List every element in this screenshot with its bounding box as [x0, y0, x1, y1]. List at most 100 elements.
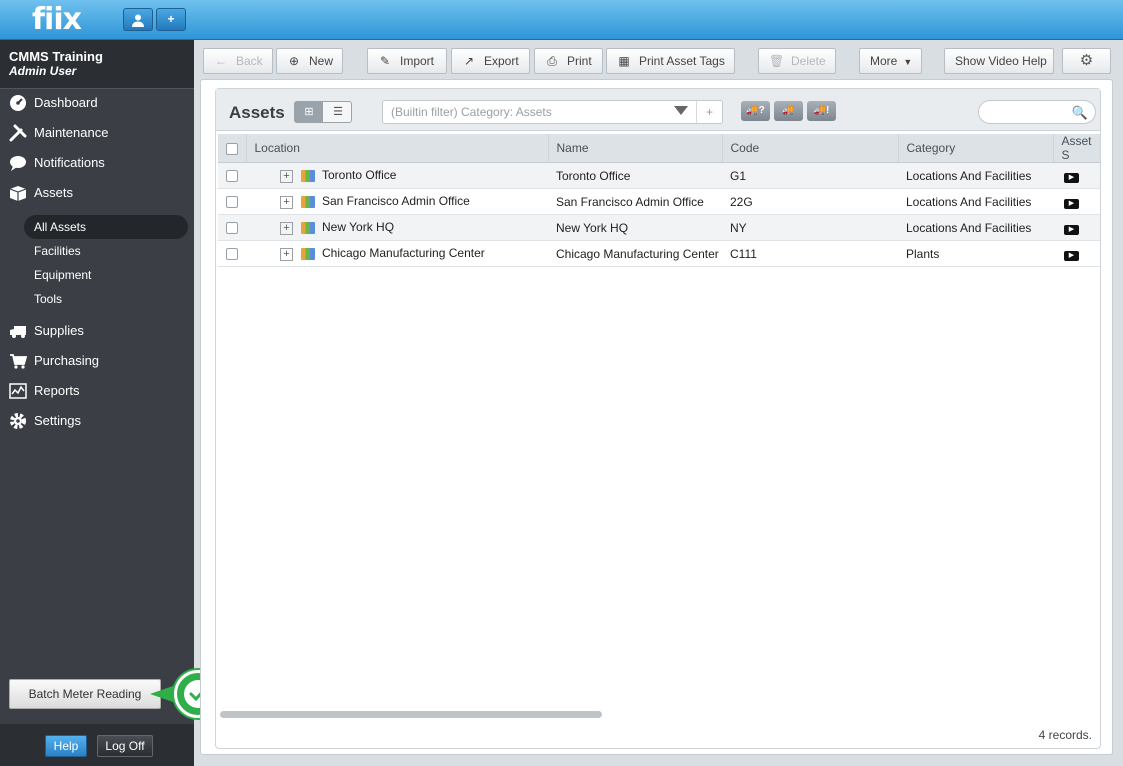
new-button[interactable]: ⊕ New: [276, 48, 343, 74]
more-dropdown[interactable]: More ▼: [859, 48, 922, 74]
column-header-name[interactable]: Name: [548, 134, 723, 163]
show-video-help-button[interactable]: Show Video Help: [944, 48, 1054, 74]
sidebar-item-assets[interactable]: Assets: [0, 178, 194, 208]
column-header-category[interactable]: Category: [898, 134, 1054, 163]
print-label: Print: [567, 54, 592, 68]
video-play-icon[interactable]: ▶: [1064, 199, 1079, 209]
row-checkbox[interactable]: [226, 248, 238, 261]
sidebar-item-label: Reports: [34, 383, 80, 398]
table-row[interactable]: + Chicago Manufacturing Center Chicago Ma…: [218, 240, 1100, 267]
location-cell[interactable]: San Francisco Admin Office: [322, 194, 470, 208]
column-header-code[interactable]: Code: [722, 134, 899, 163]
video-play-icon[interactable]: ▶: [1064, 173, 1079, 183]
row-checkbox[interactable]: [226, 196, 238, 209]
sidebar-item-purchasing[interactable]: Purchasing: [0, 346, 194, 376]
print-asset-tags-button[interactable]: ▦ Print Asset Tags: [606, 48, 735, 74]
category-cell: Locations And Facilities: [898, 162, 1053, 189]
sidebar-item-label: Supplies: [34, 323, 84, 338]
list-view-icon[interactable]: ☰: [324, 102, 352, 122]
boxes-icon: [9, 186, 27, 201]
sidebar-item-notifications[interactable]: Notifications: [0, 148, 194, 178]
batch-meter-reading-button[interactable]: Batch Meter Reading: [9, 679, 161, 709]
sidebar-item-dashboard[interactable]: Dashboard: [0, 88, 194, 118]
expand-icon[interactable]: +: [280, 221, 293, 235]
top-bar: fiix +: [0, 0, 1123, 40]
horizontal-scrollbar[interactable]: [220, 707, 1098, 721]
user-button[interactable]: [123, 8, 153, 31]
delete-label: Delete: [791, 54, 826, 68]
import-icon: ✎: [379, 54, 391, 68]
location-cell[interactable]: Toronto Office: [322, 168, 396, 182]
search-input[interactable]: 🔍: [978, 100, 1096, 124]
table-row[interactable]: + San Francisco Admin Office San Francisc…: [218, 188, 1100, 215]
add-filter-button[interactable]: +: [696, 101, 722, 123]
name-cell: New York HQ: [548, 214, 722, 241]
org-header: CMMS Training Admin User: [0, 40, 194, 89]
video-play-icon[interactable]: ▶: [1064, 251, 1079, 261]
truck-icon: [10, 326, 26, 338]
export-button[interactable]: ↗ Export: [451, 48, 530, 74]
table-row[interactable]: + Toronto Office Toronto Office G1 Locati…: [218, 162, 1100, 189]
filter-value: (Builtin filter) Category: Assets: [391, 105, 552, 119]
building-icon: [301, 248, 315, 261]
record-count: 4 records.: [1038, 728, 1092, 742]
chevron-down-icon: [674, 106, 688, 115]
log-off-button[interactable]: Log Off: [97, 735, 153, 757]
sidebar-subitem-facilities[interactable]: Facilities: [24, 239, 188, 263]
main-panel: Assets ⊞ ☰ (Builtin filter) Category: As…: [200, 79, 1113, 755]
dashboard-icon: [10, 95, 26, 111]
print-button[interactable]: ⎙ Print: [534, 48, 603, 74]
expand-icon[interactable]: +: [280, 247, 293, 261]
truck-alert-button[interactable]: 🚚!: [807, 101, 836, 121]
page-title: Assets: [229, 103, 285, 122]
sidebar-item-maintenance[interactable]: Maintenance: [0, 118, 194, 148]
row-checkbox[interactable]: [226, 222, 238, 235]
sidebar: CMMS Training Admin User Dashboard Maint…: [0, 40, 222, 766]
truck-button[interactable]: 🚚: [774, 101, 803, 121]
video-play-icon[interactable]: ▶: [1064, 225, 1079, 235]
delete-button[interactable]: 🗑 Delete: [758, 48, 836, 74]
sidebar-item-label: Settings: [34, 413, 81, 428]
table-row[interactable]: + New York HQ New York HQ NY Locations An…: [218, 214, 1100, 241]
fiix-logo[interactable]: fiix: [32, 2, 82, 37]
code-cell: G1: [722, 162, 898, 189]
name-cell: Toronto Office: [548, 162, 722, 189]
location-cell[interactable]: Chicago Manufacturing Center: [322, 246, 485, 260]
add-button[interactable]: +: [156, 8, 186, 31]
column-header-asset-status[interactable]: Asset S: [1053, 134, 1101, 163]
building-icon: [301, 170, 315, 183]
select-all-checkbox[interactable]: [226, 142, 238, 155]
row-checkbox[interactable]: [226, 170, 238, 183]
import-label: Import: [400, 54, 435, 68]
settings-button[interactable]: ⚙: [1062, 48, 1111, 74]
caret-down-icon: ▼: [903, 57, 913, 67]
sidebar-subitem-tools[interactable]: Tools: [24, 287, 188, 311]
cart-icon: [10, 354, 27, 369]
back-label: Back: [236, 54, 263, 68]
asset-table: Location Name Code Category Asset S + Tor…: [218, 134, 1101, 267]
column-header-location[interactable]: Location: [246, 134, 549, 163]
sidebar-item-supplies[interactable]: Supplies: [0, 316, 194, 346]
location-cell[interactable]: New York HQ: [322, 220, 394, 234]
sidebar-subitem-equipment[interactable]: Equipment: [24, 263, 188, 287]
truck-unknown-button[interactable]: 🚚?: [741, 101, 770, 121]
expand-icon[interactable]: +: [280, 195, 293, 209]
help-button[interactable]: Help: [45, 735, 87, 757]
new-label: New: [309, 54, 334, 68]
import-button[interactable]: ✎ Import: [367, 48, 447, 74]
back-button[interactable]: ← Back: [203, 48, 273, 74]
expand-icon[interactable]: +: [280, 169, 293, 183]
building-icon: [301, 222, 315, 235]
code-cell: 22G: [722, 188, 898, 215]
scrollbar-thumb[interactable]: [220, 711, 602, 718]
category-cell: Plants: [898, 240, 1053, 267]
filter-select[interactable]: (Builtin filter) Category: Assets +: [382, 100, 723, 124]
sidebar-subitem-all-assets[interactable]: All Assets: [24, 215, 188, 239]
sidebar-item-settings[interactable]: Settings: [0, 406, 194, 436]
asset-list: Assets ⊞ ☰ (Builtin filter) Category: As…: [215, 88, 1101, 749]
export-label: Export: [484, 54, 519, 68]
tree-view-icon[interactable]: ⊞: [295, 102, 323, 122]
sidebar-item-reports[interactable]: Reports: [0, 376, 194, 406]
truck-unknown-label: ?: [758, 105, 765, 116]
sidebar-item-label: Assets: [34, 185, 74, 200]
